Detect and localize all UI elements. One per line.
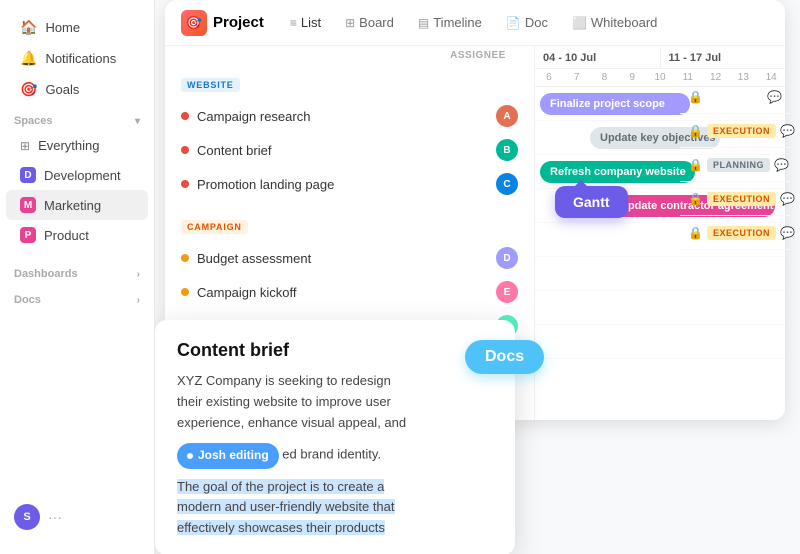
week-1-header: 04 - 10 Jul	[535, 48, 661, 68]
day-7: 7	[563, 69, 591, 86]
status-row-2: 🔒 EXECUTION 💬	[680, 114, 790, 148]
sidebar-item-marketing[interactable]: M Marketing	[6, 190, 148, 220]
status-badge-planning: PLANNING	[707, 158, 770, 172]
sidebar-item-notifications[interactable]: 🔔 Notifications	[6, 43, 148, 74]
campaign-section-header: CAMPAIGN	[165, 207, 534, 241]
status-badge-execution-3: EXECUTION	[707, 226, 776, 240]
table-row[interactable]: Content brief B	[165, 133, 534, 167]
chevron-right-icon-2: ›	[137, 295, 140, 306]
gantt-row-8	[535, 325, 785, 359]
tab-timeline[interactable]: ▤ Timeline	[408, 11, 492, 34]
tab-doc[interactable]: 📄 Doc	[496, 11, 558, 34]
project-header: 🎯 Project ≡ List ⊞ Board ▤ Timeline 📄 Do…	[165, 0, 785, 46]
website-badge: WEBSITE	[181, 78, 240, 92]
lock-icon-5: 🔒	[688, 226, 703, 240]
user-profile[interactable]: S ···	[0, 492, 154, 542]
docs-section: Docs ›	[0, 284, 154, 310]
day-6: 6	[535, 69, 563, 86]
product-dot: P	[20, 227, 36, 243]
marketing-dot: M	[20, 197, 36, 213]
dashboards-section: Dashboards ›	[0, 258, 154, 284]
user-menu-dots: ···	[48, 509, 62, 525]
avatar: D	[496, 247, 518, 269]
sidebar-item-development[interactable]: D Development	[6, 160, 148, 190]
day-10: 10	[646, 69, 674, 86]
status-row-5: 🔒 EXECUTION 💬	[680, 216, 790, 250]
sidebar-item-goals[interactable]: 🎯 Goals	[6, 74, 148, 105]
table-row[interactable]: Budget assessment D	[165, 241, 534, 275]
avatar: A	[496, 105, 518, 127]
chevron-down-icon: ▾	[135, 116, 140, 127]
tab-whiteboard[interactable]: ⬜ Whiteboard	[562, 11, 667, 34]
sidebar-item-product[interactable]: P Product	[6, 220, 148, 250]
task-bullet	[181, 254, 189, 262]
day-9: 9	[618, 69, 646, 86]
comment-icon-5: 💬	[780, 226, 795, 240]
task-bullet	[181, 146, 189, 154]
status-row-1: 🔒 💬	[680, 80, 790, 114]
week-2-header: 11 - 17 Jul	[661, 48, 786, 68]
doc-icon: 📄	[506, 16, 521, 30]
docs-popup: Content brief XYZ Company is seeking to …	[155, 320, 515, 554]
status-row-4: 🔒 EXECUTION 💬	[680, 182, 790, 216]
project-title: Project	[213, 14, 264, 31]
home-icon: 🏠	[20, 19, 37, 36]
status-badge-execution-1: EXECUTION	[707, 124, 776, 138]
main-area: 🎯 Project ≡ List ⊞ Board ▤ Timeline 📄 Do…	[155, 0, 800, 554]
goals-icon: 🎯	[20, 81, 37, 98]
comment-icon-3: 💬	[774, 158, 789, 172]
lock-icon: 🔒	[688, 90, 703, 104]
table-row[interactable]: Campaign kickoff E	[165, 275, 534, 309]
project-icon: 🎯	[181, 10, 207, 36]
task-bullet	[181, 288, 189, 296]
status-badge-execution-2: EXECUTION	[707, 192, 776, 206]
sidebar-item-everything[interactable]: ⊞ Everything	[6, 131, 148, 160]
status-row-3: 🔒 PLANNING 💬	[680, 148, 790, 182]
gantt-tooltip: Gantt	[555, 186, 628, 218]
avatar: E	[496, 281, 518, 303]
day-8: 8	[591, 69, 619, 86]
tab-list[interactable]: ≡ List	[280, 11, 331, 34]
development-dot: D	[20, 167, 36, 183]
spaces-section: Spaces ▾	[0, 105, 154, 131]
gantt-row-6	[535, 257, 785, 291]
comment-icon: 💬	[767, 90, 782, 104]
bell-icon: 🔔	[20, 50, 37, 67]
sidebar-item-home[interactable]: 🏠 Home	[6, 12, 148, 43]
grid-icon: ⊞	[20, 139, 30, 153]
tab-board[interactable]: ⊞ Board	[335, 11, 404, 34]
chevron-right-icon: ›	[137, 269, 140, 280]
avatar: B	[496, 139, 518, 161]
timeline-icon: ▤	[418, 16, 429, 30]
comment-icon-4: 💬	[780, 192, 795, 206]
docs-popup-body: XYZ Company is seeking to redesign their…	[177, 371, 493, 539]
lock-icon-4: 🔒	[688, 192, 703, 206]
whiteboard-icon: ⬜	[572, 16, 587, 30]
gantt-row-7	[535, 291, 785, 325]
table-row[interactable]: Campaign research A	[165, 99, 534, 133]
list-icon: ≡	[290, 16, 297, 30]
board-icon: ⊞	[345, 16, 355, 30]
editor-tag: Josh editing	[177, 443, 279, 468]
lock-icon-3: 🔒	[688, 158, 703, 172]
avatar: C	[496, 173, 518, 195]
task-bullet	[181, 112, 189, 120]
column-header: ASSIGNEE	[165, 46, 534, 65]
gantt-bar-finalize[interactable]: Finalize project scope	[540, 93, 690, 115]
docs-popup-title: Content brief	[177, 340, 493, 361]
status-column: 🔒 💬 🔒 EXECUTION 💬 🔒 PLANNING 💬 🔒 EXECUTI…	[680, 80, 790, 250]
gantt-bar-refresh-website[interactable]: Refresh company website	[540, 161, 695, 183]
campaign-badge: CAMPAIGN	[181, 220, 248, 234]
editor-dot	[187, 453, 193, 459]
sidebar: 🏠 Home 🔔 Notifications 🎯 Goals Spaces ▾ …	[0, 0, 155, 554]
docs-bubble: Docs	[465, 340, 544, 374]
docs-highlighted-text: The goal of the project is to create a m…	[177, 479, 395, 536]
lock-icon-2: 🔒	[688, 124, 703, 138]
comment-icon-2: 💬	[780, 124, 795, 138]
website-section-header: WEBSITE	[165, 65, 534, 99]
table-row[interactable]: Promotion landing page C	[165, 167, 534, 201]
avatar: S	[14, 504, 40, 530]
task-bullet	[181, 180, 189, 188]
